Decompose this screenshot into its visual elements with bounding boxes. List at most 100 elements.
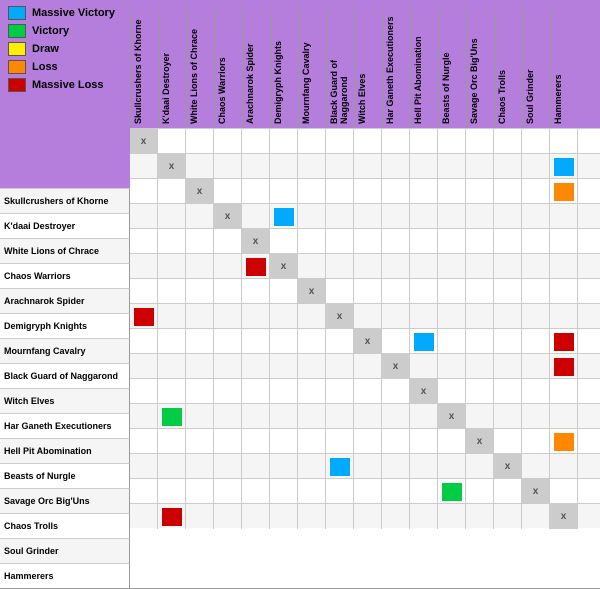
grid-cell bbox=[214, 479, 242, 504]
row-label: Mournfang Cavalry bbox=[0, 338, 130, 363]
grid-cell bbox=[270, 354, 298, 379]
grid-cell bbox=[214, 304, 242, 329]
grid-cell bbox=[466, 129, 494, 154]
grid-cell bbox=[214, 379, 242, 404]
grid-cell bbox=[214, 129, 242, 154]
grid-cell bbox=[466, 404, 494, 429]
grid-cell bbox=[494, 179, 522, 204]
grid-cell bbox=[270, 129, 298, 154]
row-label: Savage Orc Big'Uns bbox=[0, 488, 130, 513]
grid-cell bbox=[158, 504, 186, 529]
grid-cell bbox=[326, 454, 354, 479]
grid-cell bbox=[130, 479, 158, 504]
legend-label-text: Draw bbox=[32, 43, 59, 55]
grid-cell bbox=[466, 204, 494, 229]
grid-cell bbox=[326, 329, 354, 354]
grid-cell bbox=[550, 129, 578, 154]
grid-cell bbox=[522, 129, 550, 154]
grid-cell bbox=[326, 429, 354, 454]
grid-cell bbox=[438, 279, 466, 304]
cell-color-box bbox=[554, 183, 574, 201]
grid-cell bbox=[522, 329, 550, 354]
grid-cell bbox=[550, 204, 578, 229]
grid-cell bbox=[382, 154, 410, 179]
grid-cell bbox=[326, 404, 354, 429]
grid-cell bbox=[158, 229, 186, 254]
grid-cell bbox=[494, 204, 522, 229]
grid-cell bbox=[354, 404, 382, 429]
grid-cell: x bbox=[410, 379, 438, 404]
grid-row: x bbox=[130, 328, 600, 353]
grid-cell bbox=[242, 279, 270, 304]
grid-cell bbox=[410, 179, 438, 204]
grid-cell bbox=[298, 304, 326, 329]
cell-color-box bbox=[442, 483, 462, 501]
grid-cell bbox=[186, 304, 214, 329]
cell-color-box bbox=[554, 358, 574, 376]
grid-cell bbox=[326, 229, 354, 254]
grid-cell bbox=[354, 154, 382, 179]
grid-cell bbox=[158, 129, 186, 154]
grid-cell bbox=[438, 204, 466, 229]
legend-item: Loss bbox=[8, 60, 122, 74]
grid-cell bbox=[410, 129, 438, 154]
grid-cell bbox=[130, 504, 158, 529]
grid-row: x bbox=[130, 478, 600, 503]
grid-cell bbox=[382, 479, 410, 504]
row-label: Hammerers bbox=[0, 563, 130, 588]
grid-cell bbox=[158, 404, 186, 429]
enemy-header-area: Skullcrushers of KhorneK'daai DestroyerW… bbox=[130, 0, 600, 128]
cell-color-box bbox=[162, 508, 182, 526]
grid-cell bbox=[550, 454, 578, 479]
legend-item: Victory bbox=[8, 24, 122, 38]
grid-cell bbox=[522, 404, 550, 429]
row-label: White Lions of Chrace bbox=[0, 238, 130, 263]
cell-x-mark: x bbox=[561, 511, 567, 522]
unit-title bbox=[0, 128, 130, 188]
grid-cell bbox=[158, 179, 186, 204]
legend-item: Massive Loss bbox=[8, 78, 122, 92]
grid-cell bbox=[522, 204, 550, 229]
grid-cell bbox=[298, 229, 326, 254]
grid-cell bbox=[354, 279, 382, 304]
grid-cell bbox=[522, 179, 550, 204]
grid-cell bbox=[270, 504, 298, 529]
row-label: Demigryph Knights bbox=[0, 313, 130, 338]
grid-cell bbox=[550, 329, 578, 354]
grid-cell bbox=[214, 504, 242, 529]
grid-cell bbox=[522, 354, 550, 379]
grid-cell bbox=[186, 129, 214, 154]
grid-cell bbox=[214, 279, 242, 304]
cell-color-box bbox=[414, 333, 434, 351]
legend-label-text: Victory bbox=[32, 25, 69, 37]
grid-cell bbox=[130, 179, 158, 204]
grid-cell bbox=[158, 304, 186, 329]
grid-cell bbox=[550, 304, 578, 329]
grid-cell bbox=[410, 454, 438, 479]
grid-cell bbox=[494, 129, 522, 154]
grid-cell bbox=[522, 279, 550, 304]
legend-list: Massive VictoryVictoryDrawLossMassive Lo… bbox=[8, 6, 122, 92]
grid-cell bbox=[550, 179, 578, 204]
grid-cell bbox=[214, 229, 242, 254]
grid-cell bbox=[326, 354, 354, 379]
row-label: K'daai Destroyer bbox=[0, 213, 130, 238]
col-header-cell: Arachnarok Spider bbox=[242, 8, 270, 128]
grid-cell bbox=[466, 379, 494, 404]
grid-cell bbox=[550, 279, 578, 304]
grid-row: x bbox=[130, 128, 600, 153]
grid-cell bbox=[494, 354, 522, 379]
grid-cell bbox=[522, 254, 550, 279]
grid-cell bbox=[298, 379, 326, 404]
grid-cell bbox=[186, 429, 214, 454]
grid-cell bbox=[382, 229, 410, 254]
grid-cell bbox=[522, 504, 550, 529]
grid-cell bbox=[270, 479, 298, 504]
grid-cell bbox=[410, 279, 438, 304]
grid-cell bbox=[438, 154, 466, 179]
grid-row: x bbox=[130, 278, 600, 303]
grid-cell bbox=[410, 304, 438, 329]
grid-cell bbox=[466, 504, 494, 529]
cell-color-box bbox=[162, 408, 182, 426]
cell-x-mark: x bbox=[309, 286, 315, 297]
